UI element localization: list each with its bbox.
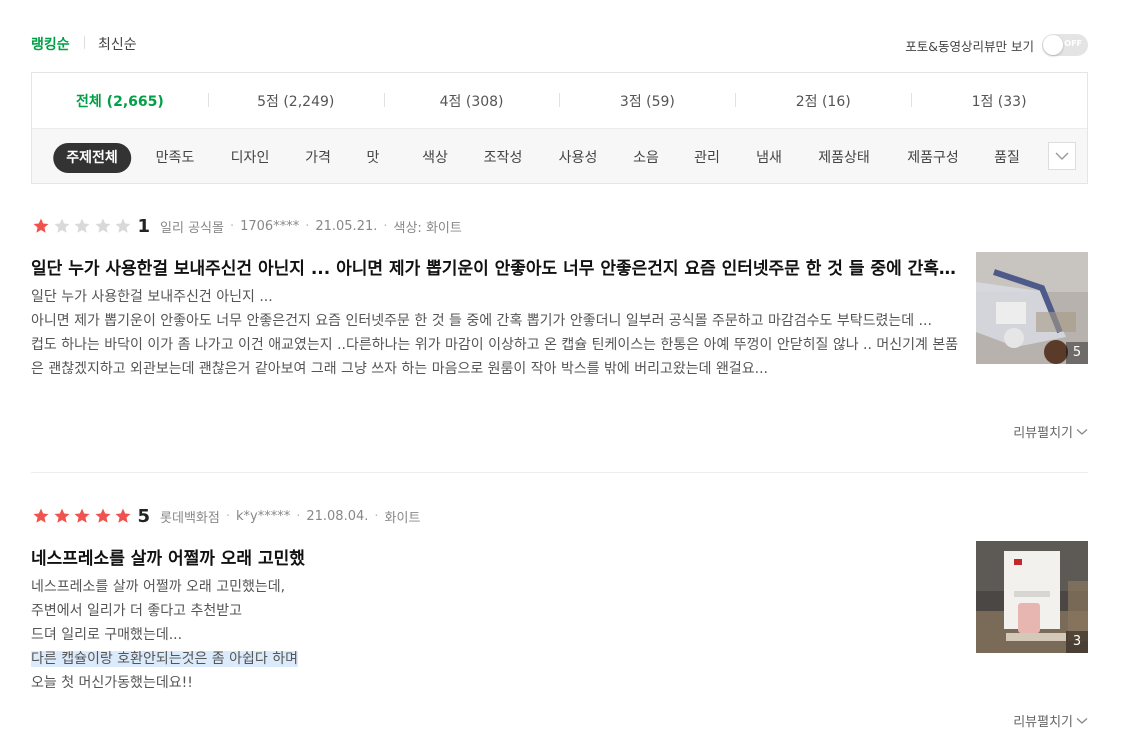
- topic-condition[interactable]: 제품상태: [818, 143, 870, 173]
- expand-label: 리뷰펼치기: [1013, 715, 1073, 730]
- rating-score: 5: [137, 505, 151, 527]
- topic-price[interactable]: 가격: [305, 143, 331, 173]
- topic-quality[interactable]: 품질: [994, 143, 1020, 173]
- photo-filter-toggle[interactable]: OFF: [1042, 34, 1088, 56]
- topic-smell[interactable]: 냄새: [756, 143, 782, 173]
- review-line: 오늘 첫 머신가동했는데요!!: [31, 675, 193, 691]
- tab-3-star[interactable]: 3점 (59): [559, 91, 735, 111]
- meta-separator: ·: [229, 218, 235, 234]
- review-filter-box: 전체 (2,665) 5점 (2,249) 4점 (308) 3점 (59) 2…: [31, 72, 1088, 184]
- review-date: 21.05.21.: [315, 218, 378, 234]
- review-title[interactable]: 일단 누가 사용한걸 보내주신건 아닌지 ... 아니면 제가 뽑기운이 안좋아…: [31, 254, 961, 279]
- topic-operation[interactable]: 조작성: [484, 143, 523, 173]
- topic-chips: 주제전체 만족도 디자인 가격 맛 색상 조작성 사용성 소음 관리 냄새 제품…: [32, 128, 1087, 183]
- sort-bar: 랭킹순 최신순 포토&동영상리뷰만 보기 OFF: [31, 31, 1088, 57]
- toggle-knob: [1043, 35, 1063, 55]
- review-body[interactable]: 일단 누가 사용한걸 보내주신건 아닌지 ... 아니면 제가 뽑기운이 안좋아…: [31, 285, 963, 381]
- star-icon: [115, 218, 131, 233]
- review-user: 1706****: [240, 218, 300, 234]
- review-line: 네스프레소를 살까 어쩔까 오래 고민했는데,: [31, 579, 286, 595]
- tab-4-star[interactable]: 4점 (308): [383, 91, 560, 111]
- review-item: 5 롯데백화점 · k*y***** · 21.08.04. · 화이트 네스프…: [31, 505, 1088, 733]
- topic-color[interactable]: 색상: [422, 143, 448, 173]
- review-line: 컵도 하나는 바닥이 이가 좀 나가고 이건 애교였는지 ..다른하나는 위가 …: [31, 337, 959, 377]
- chevron-down-icon: [1076, 717, 1088, 724]
- review-option: 색상: 화이트: [393, 220, 462, 236]
- sort-ranking[interactable]: 랭킹순: [31, 34, 70, 54]
- rating-score: 1: [137, 215, 151, 237]
- review-line: 아니면 제가 뽑기운이 안좋아도 너무 안좋은건지 요즘 인터넷주문 한 것 들…: [31, 313, 932, 329]
- tab-1-star[interactable]: 1점 (33): [911, 91, 1087, 111]
- star-rating: [31, 507, 134, 525]
- topic-satisfaction[interactable]: 만족도: [156, 143, 195, 173]
- photo-filter-label: 포토&동영상리뷰만 보기: [905, 38, 1034, 54]
- review-line: 드뎌 일리로 구매했는데...: [31, 627, 183, 643]
- score-tabs: 전체 (2,665) 5점 (2,249) 4점 (308) 3점 (59) 2…: [32, 73, 1087, 128]
- star-icon: [33, 508, 49, 523]
- topic-design[interactable]: 디자인: [231, 143, 270, 173]
- topic-all[interactable]: 주제전체: [53, 143, 131, 173]
- review-line: 일단 누가 사용한걸 보내주신건 아닌지 ...: [31, 289, 273, 305]
- review-store: 일리 공식몰: [160, 220, 224, 236]
- review-option: 화이트: [384, 510, 421, 526]
- review-body[interactable]: 네스프레소를 살까 어쩔까 오래 고민했는데, 주변에서 일리가 더 좋다고 추…: [31, 575, 963, 695]
- photo-count: 5: [1066, 342, 1088, 364]
- review-divider: [31, 472, 1088, 473]
- star-icon: [33, 218, 49, 233]
- toggle-state: OFF: [1064, 39, 1082, 48]
- star-icon: [74, 218, 90, 233]
- photo-count: 3: [1066, 631, 1088, 653]
- topic-expand-button[interactable]: [1048, 142, 1076, 170]
- meta-separator: ·: [225, 508, 230, 524]
- review-line-highlighted: 다른 캡슐이랑 호환안되는것은 좀 아쉽다 하며: [31, 647, 963, 671]
- review-meta: 5 롯데백화점 · k*y***** · 21.08.04. · 화이트: [31, 505, 420, 527]
- star-icon: [95, 218, 110, 233]
- topic-composition[interactable]: 제품구성: [907, 143, 959, 173]
- star-icon: [74, 508, 90, 523]
- star-icon: [54, 218, 69, 233]
- review-line: 주변에서 일리가 더 좋다고 추천받고: [31, 603, 242, 619]
- review-photo-thumbnail[interactable]: 3: [976, 541, 1088, 653]
- tab-2-star[interactable]: 2점 (16): [735, 91, 911, 111]
- topic-maintenance[interactable]: 관리: [694, 143, 720, 173]
- topic-noise[interactable]: 소음: [633, 143, 659, 173]
- chevron-down-icon: [1076, 428, 1088, 435]
- review-title[interactable]: 네스프레소를 살까 어쩔까 오래 고민했: [31, 544, 961, 569]
- expand-review-button[interactable]: 리뷰펼치기: [1013, 711, 1088, 730]
- star-rating: [31, 217, 134, 235]
- star-icon: [95, 508, 110, 523]
- tab-all[interactable]: 전체 (2,665): [32, 91, 208, 111]
- highlighted-text: 다른 캡슐이랑 호환안되는것은 좀 아쉽다 하며: [31, 651, 298, 667]
- meta-separator: ·: [296, 508, 301, 524]
- topic-taste[interactable]: 맛: [367, 143, 380, 173]
- expand-label: 리뷰펼치기: [1013, 426, 1073, 441]
- chevron-down-icon: [1055, 152, 1069, 160]
- review-item: 1 일리 공식몰 · 1706**** · 21.05.21. · 색상: 화이…: [31, 215, 1088, 455]
- meta-separator: ·: [305, 218, 310, 234]
- review-date: 21.08.04.: [306, 508, 369, 524]
- photo-review-filter: 포토&동영상리뷰만 보기 OFF: [905, 34, 1088, 56]
- review-meta: 1 일리 공식몰 · 1706**** · 21.05.21. · 색상: 화이…: [31, 215, 462, 237]
- star-icon: [115, 508, 131, 523]
- sort-latest[interactable]: 최신순: [98, 34, 137, 54]
- meta-separator: ·: [374, 508, 379, 524]
- review-photo-thumbnail[interactable]: 5: [976, 252, 1088, 364]
- topic-usability[interactable]: 사용성: [559, 143, 598, 173]
- review-user: k*y*****: [235, 508, 291, 524]
- sort-divider: [84, 36, 85, 49]
- expand-review-button[interactable]: 리뷰펼치기: [1013, 422, 1088, 441]
- meta-separator: ·: [383, 218, 388, 234]
- tab-5-star[interactable]: 5점 (2,249): [207, 91, 384, 111]
- review-store: 롯데백화점: [160, 510, 220, 526]
- star-icon: [54, 508, 69, 523]
